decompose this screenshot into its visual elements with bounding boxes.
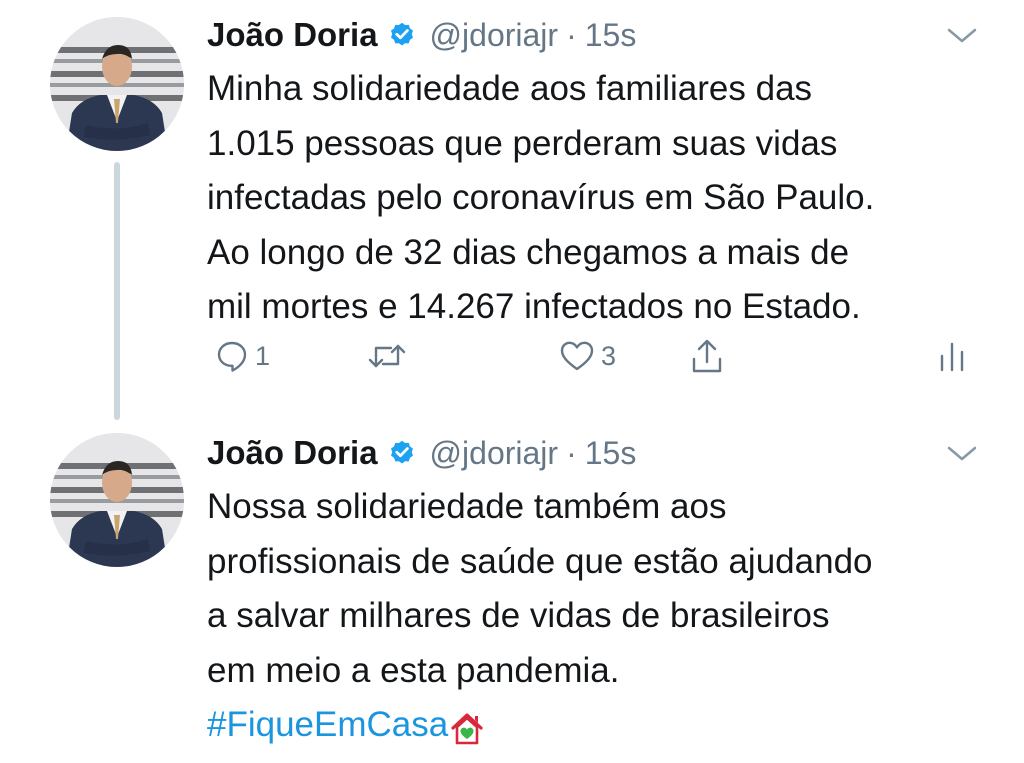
avatar[interactable] — [50, 433, 184, 567]
reply-button[interactable]: 1 — [215, 332, 270, 380]
tweet-header: João Doria @jdoriajr · 15s — [207, 430, 636, 476]
share-icon — [689, 338, 725, 374]
tweet-text-line: em meio a esta pandemia. — [207, 650, 620, 690]
verified-badge-icon — [388, 439, 416, 467]
tweet-text-line: Ao longo de 32 dias chegamos a mais de — [207, 232, 850, 272]
author-name[interactable]: João Doria — [207, 16, 378, 54]
verified-badge-icon — [388, 21, 416, 49]
tweet-1[interactable]: João Doria @jdoriajr · 15s Minha solidar… — [0, 0, 1024, 420]
separator-dot: · — [566, 434, 577, 471]
reply-bubble-icon — [215, 339, 249, 373]
like-button[interactable]: 3 — [559, 332, 616, 380]
tweet-text: Nossa solidariedade também aos profissio… — [207, 480, 1007, 753]
tweet-text-line: 1.015 pessoas que perderam suas vidas — [207, 123, 838, 163]
tweet-2[interactable]: João Doria @jdoriajr · 15s Nossa solidar… — [0, 418, 1024, 745]
heart-icon — [559, 339, 595, 373]
author-name[interactable]: João Doria — [207, 434, 378, 472]
retweet-icon — [367, 339, 407, 373]
tweet-text: Minha solidariedade aos familiares das 1… — [207, 62, 1007, 335]
tweet-text-line: mil mortes e 14.267 infectados no Estado… — [207, 287, 861, 326]
retweet-button[interactable] — [367, 332, 413, 380]
analytics-bars-icon — [937, 338, 967, 374]
tweet-text-line: a salvar milhares de vidas de brasileiro… — [207, 596, 830, 635]
hashtag-line: #FiqueEmCasa — [207, 698, 1007, 753]
author-handle[interactable]: @jdoriajr — [430, 17, 559, 54]
timestamp[interactable]: 15s — [585, 435, 637, 472]
avatar[interactable] — [50, 17, 184, 151]
tweet-actions: 1 3 — [207, 332, 977, 380]
timestamp[interactable]: 15s — [585, 17, 637, 54]
tweet-header: João Doria @jdoriajr · 15s — [207, 12, 636, 58]
tweet-text-line: infectadas pelo coronavírus em São Paulo… — [207, 178, 875, 217]
chevron-down-icon[interactable] — [944, 24, 980, 46]
like-count: 3 — [601, 340, 617, 371]
tweet-text-line: Minha solidariedade aos familiares das — [207, 69, 813, 108]
share-button[interactable] — [689, 332, 725, 380]
reply-count: 1 — [255, 340, 271, 371]
house-with-heart-emoji — [450, 708, 484, 745]
chevron-down-icon[interactable] — [944, 442, 980, 464]
hashtag-link[interactable]: #FiqueEmCasa — [207, 698, 448, 753]
tweet-text-line: profissionais de saúde que estão ajudand… — [207, 541, 873, 581]
tweet-text-line: Nossa solidariedade também aos — [207, 487, 727, 526]
author-handle[interactable]: @jdoriajr — [430, 435, 559, 472]
separator-dot: · — [566, 16, 577, 53]
analytics-button[interactable] — [937, 332, 967, 380]
